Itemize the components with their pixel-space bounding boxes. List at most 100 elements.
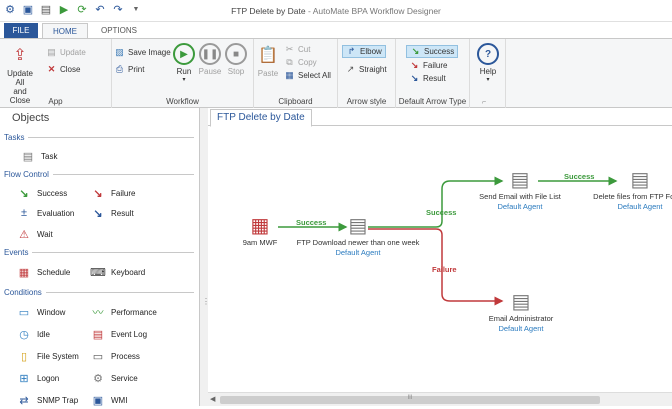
ftp-download-label: FTP Download newer than one week	[296, 238, 420, 247]
object-idle-label: Idle	[37, 329, 50, 339]
run-dropdown-icon[interactable]: ▾	[172, 76, 196, 85]
object-wait[interactable]: ⚠ Wait	[16, 225, 53, 243]
save-image-label: Save Image	[128, 48, 171, 57]
node-ftp-download[interactable]: ▤ FTP Download newer than one week Defau…	[288, 214, 428, 258]
logon-icon: ⊞	[19, 372, 29, 385]
object-logon[interactable]: ⊞ Logon	[16, 369, 59, 387]
group-workflow-label: Workflow	[166, 97, 199, 106]
object-snmp-trap-label: SNMP Trap	[37, 395, 79, 405]
result-icon: ↘	[93, 207, 103, 220]
object-performance[interactable]: 〰 Performance	[90, 303, 157, 321]
object-service[interactable]: ⚙ Service	[90, 369, 138, 387]
workflow-connectors	[278, 176, 618, 306]
keyboard-icon: ⌨	[90, 266, 106, 279]
panel-splitter[interactable]: ⋮	[200, 108, 210, 406]
result-arrow-button[interactable]: ↘ Result	[409, 72, 446, 85]
result-arrow-icon: ↘	[410, 73, 419, 83]
node-trigger[interactable]: ▦ 9am MWF	[240, 214, 280, 248]
ftp-download-agent[interactable]: Default Agent	[288, 248, 428, 258]
ribbon-expander-icon[interactable]: ⌐	[482, 99, 486, 106]
node-email-admin[interactable]: ▤ Email Administrator Default Agent	[476, 290, 566, 334]
node-send-email[interactable]: ▤ Send Email with File List Default Agen…	[468, 168, 572, 212]
group-arrow-type-label: Default Arrow Type	[398, 97, 467, 106]
scrollbar-thumb[interactable]: III	[220, 395, 600, 404]
close-button[interactable]: ✕ Close	[46, 63, 81, 76]
object-service-label: Service	[111, 373, 138, 383]
evaluation-icon: ±	[20, 207, 28, 219]
object-keyboard[interactable]: ⌨ Keyboard	[90, 263, 145, 281]
failure-icon: ↘	[93, 187, 103, 200]
help-icon: ?	[477, 43, 499, 65]
send-email-agent[interactable]: Default Agent	[468, 202, 572, 212]
help-dropdown-icon[interactable]: ▾	[474, 76, 502, 85]
pause-label: Pause	[198, 67, 222, 76]
update-all-icon: ⇪	[13, 46, 27, 64]
object-failure[interactable]: ↘ Failure	[90, 184, 135, 202]
elbow-button[interactable]: ↱ Elbow	[342, 45, 386, 58]
run-button[interactable]: ▶ Run ▾	[172, 43, 196, 85]
select-all-button[interactable]: ▦ Select All	[284, 69, 331, 82]
success-icon: ↘	[19, 187, 29, 200]
schedule-icon: ▦	[250, 215, 270, 237]
email-admin-label: Email Administrator	[488, 314, 554, 323]
close-icon: ✕	[47, 64, 56, 74]
object-wait-label: Wait	[37, 229, 53, 239]
object-keyboard-label: Keyboard	[111, 267, 146, 277]
group-arrow-style-label: Arrow style	[346, 97, 387, 106]
save-image-button[interactable]: ▨ Save Image	[114, 46, 171, 59]
object-wmi[interactable]: ▣ WMI	[90, 391, 128, 409]
help-button[interactable]: ? Help ▾	[474, 43, 502, 85]
event-log-icon: ▤	[92, 328, 104, 341]
success-arrow-button[interactable]: ↘ Success	[406, 45, 459, 58]
failure-arrow-button[interactable]: ↘ Failure	[409, 59, 448, 72]
object-idle[interactable]: ◷ Idle	[16, 325, 50, 343]
print-button[interactable]: ⎙ Print	[114, 63, 145, 76]
scroll-left-icon[interactable]: ◀	[210, 395, 215, 403]
horizontal-scrollbar[interactable]: ◀ III	[208, 392, 672, 406]
paste-button[interactable]: 📋 Paste	[256, 43, 280, 78]
elbow-icon: ↱	[347, 46, 356, 56]
object-event-log[interactable]: ▤ Event Log	[90, 325, 147, 343]
ribbon-tabs: FILE HOME OPTIONS	[0, 22, 672, 38]
update-all-button[interactable]: ⇪ Update All and Close	[2, 43, 38, 105]
objects-panel-title: Objects	[12, 112, 50, 124]
failure-arrow-icon: ↘	[410, 60, 419, 70]
stop-button[interactable]: ■ Stop	[224, 43, 248, 76]
tab-options[interactable]: OPTIONS	[94, 23, 144, 38]
object-window[interactable]: ▭ Window	[16, 303, 66, 321]
cut-button[interactable]: ✂ Cut	[284, 43, 311, 56]
object-schedule[interactable]: ▦ Schedule	[16, 263, 71, 281]
elbow-label: Elbow	[360, 47, 382, 56]
update-button[interactable]: ▤ Update	[46, 46, 86, 59]
tab-file[interactable]: FILE	[4, 23, 38, 38]
update-label: Update	[60, 48, 86, 57]
paste-icon: 📋	[258, 46, 278, 64]
object-failure-label: Failure	[111, 188, 136, 198]
delete-files-agent[interactable]: Default Agent	[580, 202, 672, 212]
object-success[interactable]: ↘ Success	[16, 184, 67, 202]
copy-button[interactable]: ⧉ Copy	[284, 56, 316, 69]
email-admin-agent[interactable]: Default Agent	[476, 324, 566, 334]
object-event-log-label: Event Log	[111, 329, 148, 339]
tab-home[interactable]: HOME	[42, 23, 88, 38]
object-file-system[interactable]: ▯ File System	[16, 347, 79, 365]
group-app-label: App	[48, 97, 63, 106]
print-icon: ⎙	[115, 64, 124, 74]
object-result[interactable]: ↘ Result	[90, 204, 133, 222]
object-success-label: Success	[37, 188, 68, 198]
application-name: AutoMate BPA Workflow Designer	[312, 6, 441, 16]
idle-icon: ◷	[19, 328, 29, 341]
object-process[interactable]: ▭ Process	[90, 347, 140, 365]
workflow-canvas[interactable]: Success Success Failure Success ▦ 9am MW…	[208, 126, 672, 392]
object-snmp-trap[interactable]: ⇄ SNMP Trap	[16, 391, 78, 409]
straight-button[interactable]: ↗ Straight	[345, 63, 387, 76]
close-label: Close	[60, 65, 81, 74]
document-tabs: FTP Delete by Date	[208, 108, 672, 127]
pause-button[interactable]: ❚❚ Pause	[198, 43, 222, 76]
object-task[interactable]: ▤ Task	[20, 147, 58, 165]
copy-icon: ⧉	[286, 57, 293, 67]
tab-ftp-delete-by-date[interactable]: FTP Delete by Date	[210, 109, 312, 127]
object-evaluation[interactable]: ± Evaluation	[16, 204, 74, 222]
node-delete-files[interactable]: ▤ Delete files from FTP Folder Default A…	[580, 168, 672, 212]
group-arrow-style: ↱ Elbow ↗ Straight Arrow style	[338, 39, 396, 108]
